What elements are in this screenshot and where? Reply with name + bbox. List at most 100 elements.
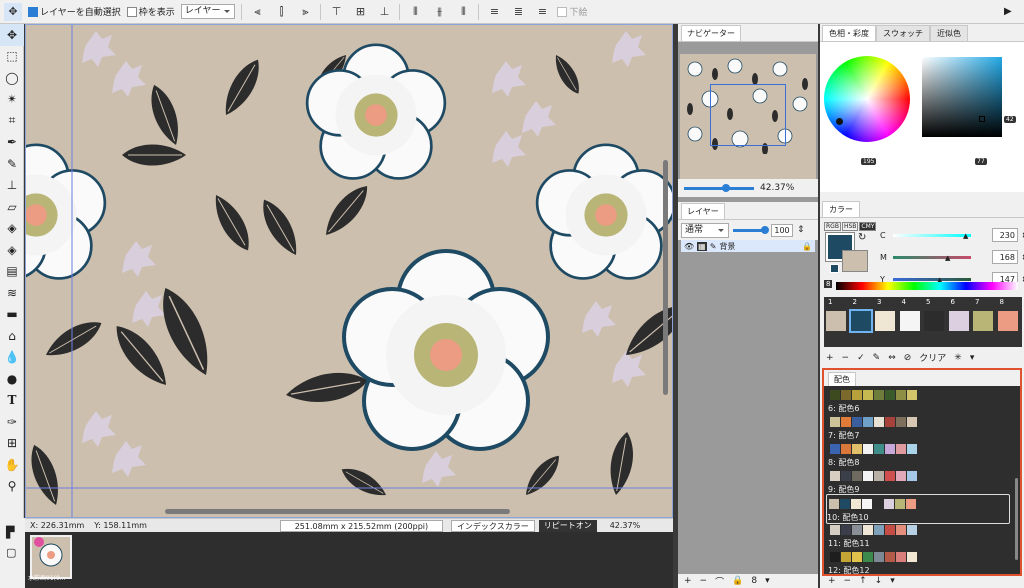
color-slot[interactable] — [973, 311, 993, 331]
scheme-color-cell[interactable] — [896, 525, 906, 535]
swap-icon[interactable]: ⇔ — [888, 353, 896, 363]
scheme-color-cell[interactable] — [863, 417, 873, 427]
slider-knob[interactable] — [761, 225, 769, 234]
screen-mode-icon[interactable]: ▢ — [6, 546, 16, 559]
tab-swatches[interactable]: スウォッチ — [876, 25, 930, 41]
text-tool-icon[interactable]: T — [0, 390, 24, 412]
align-top-icon[interactable]: ⊤ — [327, 3, 345, 21]
more-icon[interactable]: ▾ — [890, 576, 895, 586]
remove-slot-icon[interactable]: − — [842, 353, 850, 363]
tab-color[interactable]: カラー — [822, 201, 860, 217]
scheme-color-cell[interactable] — [830, 417, 840, 427]
add-layer-icon[interactable]: + — [684, 576, 692, 586]
scheme-color-cell[interactable] — [829, 499, 839, 509]
scheme-color-cell[interactable] — [896, 417, 906, 427]
fill-tool-icon[interactable]: ◈ — [0, 218, 24, 240]
color-slot[interactable] — [826, 311, 846, 331]
distribute-center-icon[interactable]: ⫵ — [430, 3, 448, 21]
panel-expand-arrow-icon[interactable]: ▶ — [1004, 6, 1012, 17]
scheme-color-cell[interactable] — [863, 390, 873, 400]
scheme-color-cell[interactable] — [851, 499, 861, 509]
scheme-color-cell[interactable] — [896, 390, 906, 400]
align-bottom-icon[interactable]: ⊥ — [375, 3, 393, 21]
scheme-color-cell[interactable] — [830, 552, 840, 562]
scheme-color-cell[interactable] — [862, 499, 872, 509]
opacity-stepper-icon[interactable]: ⇕ — [797, 225, 805, 235]
lasso-tool-icon[interactable]: ◯ — [0, 67, 24, 89]
more-icon[interactable]: ▾ — [970, 353, 975, 363]
pen-tool-icon[interactable]: ✑ — [0, 411, 24, 433]
scheme-color-cell[interactable] — [874, 417, 884, 427]
blend-mode-dropdown[interactable]: 通常 — [681, 222, 729, 238]
scheme-color-cell[interactable] — [830, 390, 840, 400]
shape-tool-icon[interactable]: ▬ — [0, 304, 24, 326]
clear-button[interactable]: クリア — [919, 351, 946, 364]
remove-scheme-icon[interactable]: − — [844, 576, 852, 586]
scheme-color-cell[interactable] — [896, 444, 906, 454]
tab-hue-saturation[interactable]: 色相・彩度 — [822, 25, 876, 41]
stamp-tool-icon[interactable]: ⊥ — [0, 175, 24, 197]
scheme-color-cell[interactable] — [906, 499, 916, 509]
opacity-slider[interactable] — [733, 225, 769, 234]
scheme-color-cell[interactable] — [841, 417, 851, 427]
scheme-row[interactable]: 11: 配色11 — [828, 521, 1012, 551]
scheme-color-cell[interactable] — [863, 525, 873, 535]
spectrum-bar[interactable] — [836, 282, 1018, 290]
move-tool-icon[interactable]: ✥ — [0, 24, 24, 46]
channel-marker-icon[interactable]: ▲ — [963, 232, 968, 240]
scheme-color-cell[interactable] — [885, 471, 895, 481]
wave-tool-icon[interactable]: ≋ — [0, 282, 24, 304]
distribute-right-icon[interactable]: ⫴ — [454, 3, 472, 21]
scheme-row[interactable]: 8: 配色8 — [828, 440, 1012, 470]
tab-navigator[interactable]: ナビゲーター — [681, 25, 741, 41]
magic-wand-tool-icon[interactable]: ✴ — [0, 89, 24, 111]
mode-hsb[interactable]: HSB — [841, 222, 859, 231]
scheme-color-cell[interactable] — [852, 444, 862, 454]
scheme-color-cell[interactable] — [907, 417, 917, 427]
distribute-top-icon[interactable]: ≡ — [485, 3, 503, 21]
scheme-color-cell[interactable] — [885, 552, 895, 562]
show-frame-checkbox[interactable]: 枠を表示 — [126, 5, 175, 18]
scheme-scrollbar[interactable] — [1015, 478, 1018, 560]
tab-scheme[interactable]: 配色 — [828, 372, 856, 386]
scheme-row[interactable]: 9: 配色9 — [828, 467, 1012, 497]
color-slot[interactable] — [948, 311, 969, 331]
move-tool-icon[interactable]: ✥ — [4, 2, 22, 21]
scheme-color-cell[interactable] — [840, 499, 850, 509]
scheme-color-cell[interactable] — [907, 444, 917, 454]
scheme-color-cell[interactable] — [885, 444, 895, 454]
tab-similar-colors[interactable]: 近似色 — [930, 25, 968, 41]
scheme-color-cell[interactable] — [841, 552, 851, 562]
scheme-color-cell[interactable] — [873, 499, 883, 509]
merge-icon[interactable]: 8 — [751, 576, 757, 586]
scheme-color-cell[interactable] — [874, 525, 884, 535]
hue-marker[interactable] — [836, 118, 843, 125]
bottom-checkbox[interactable]: 下絵 — [557, 5, 588, 18]
repeat-on-button[interactable]: リピートオン — [538, 519, 597, 532]
scheme-color-cell[interactable] — [907, 390, 917, 400]
align-center-icon[interactable]: ⫿ — [272, 3, 290, 21]
texture-tool-icon[interactable]: ⌂ — [0, 325, 24, 347]
scheme-color-cell[interactable] — [874, 471, 884, 481]
rect-select-tool-icon[interactable]: ⬚ — [0, 46, 24, 68]
hand-tool-icon[interactable]: ✋ — [0, 454, 24, 476]
navigator-zoom-slider[interactable] — [684, 183, 754, 192]
lock-layer-icon[interactable]: 🔒 — [732, 576, 743, 586]
visibility-eye-icon[interactable]: 👁 — [684, 242, 694, 251]
lock-icon[interactable]: 🔒 — [802, 242, 812, 251]
link-icon[interactable]: ⌒ — [715, 575, 724, 588]
pattern-tool-icon[interactable]: ▤ — [0, 261, 24, 283]
swap-colors-icon[interactable]: ↻ — [858, 232, 866, 243]
scheme-color-cell[interactable] — [885, 525, 895, 535]
index-color-button[interactable]: インデックスカラー — [450, 519, 535, 532]
check-icon[interactable]: ✓ — [857, 353, 865, 363]
mode-rgb[interactable]: RGB — [824, 222, 841, 231]
scheme-color-cell[interactable] — [874, 390, 884, 400]
add-slot-icon[interactable]: + — [826, 353, 834, 363]
more-icon[interactable]: ▾ — [765, 576, 770, 586]
scheme-row[interactable]: 6: 配色6 — [828, 386, 1012, 416]
channel-value[interactable]: 168 — [992, 250, 1018, 264]
scheme-color-cell[interactable] — [852, 471, 862, 481]
remove-layer-icon[interactable]: − — [700, 576, 708, 586]
scheme-row[interactable]: 10: 配色10 — [826, 494, 1010, 524]
